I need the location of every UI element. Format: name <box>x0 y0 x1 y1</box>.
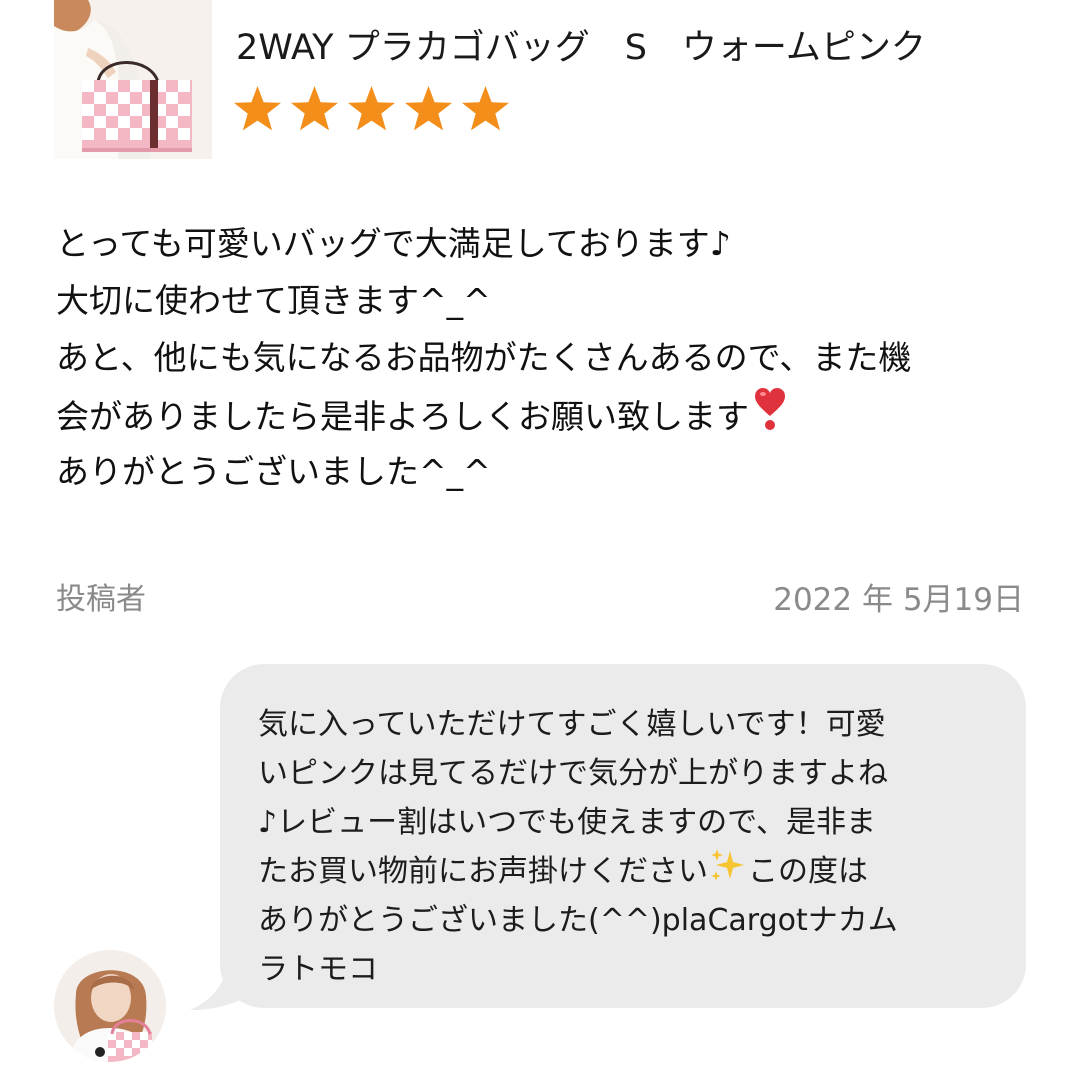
review-line: とっても可愛いバッグで大満足しております♪ <box>56 224 731 263</box>
reply-line-text: この度は <box>748 854 868 889</box>
review-line: ありがとうございました^_^ <box>56 452 491 491</box>
reply-line: ♪レビュー割はいつでも使えますので、是非ま <box>258 805 876 840</box>
bag-photo-illustration <box>54 0 212 159</box>
review-text: とっても可愛いバッグで大満足しております♪ 大切に使わせて頂きます^_^ あと、… <box>56 215 1046 500</box>
review-line: 大切に使わせて頂きます^_^ <box>56 281 491 320</box>
star-filled-icon <box>291 86 338 131</box>
star-filled-icon <box>405 86 452 131</box>
reply-line-with-icon: たお買い物前にお声掛けください この度は <box>258 847 988 896</box>
product-name[interactable]: 2WAY プラカゴバッグ S ウォームピンク <box>236 26 926 70</box>
reply-line-text: たお買い物前にお声掛けください <box>258 854 708 889</box>
star-rating <box>232 84 511 135</box>
seller-avatar[interactable] <box>54 950 166 1062</box>
post-date: 2022 年 5月19日 <box>773 582 1024 618</box>
reply-line: 気に入っていただけてすごく嬉しいです！可愛 <box>258 707 886 742</box>
heart-exclamation-icon <box>753 386 787 449</box>
review-line-text: 会がありましたら是非よろしくお願い致します <box>56 397 749 436</box>
review-line-with-icon: 会がありましたら是非よろしくお願い致します <box>56 386 1046 443</box>
product-thumbnail[interactable] <box>54 0 212 159</box>
star-filled-icon <box>234 86 281 131</box>
reply-line: いピンクは見てるだけで気分が上がりますよね <box>258 756 888 791</box>
sparkles-icon <box>708 847 748 900</box>
reply-line: ラトモコ <box>258 952 378 987</box>
reply-line: ありがとうございました(^^)plaCargotナカム <box>258 903 898 938</box>
seller-avatar-photo <box>54 950 166 1062</box>
review-line: あと、他にも気になるお品物がたくさんあるので、また機 <box>56 338 912 377</box>
star-filled-icon <box>348 86 395 131</box>
poster-label[interactable]: 投稿者 <box>56 580 146 620</box>
seller-reply-text: 気に入っていただけてすごく嬉しいです！可愛 いピンクは見てるだけで気分が上がりま… <box>258 700 988 994</box>
star-filled-icon <box>462 86 509 131</box>
